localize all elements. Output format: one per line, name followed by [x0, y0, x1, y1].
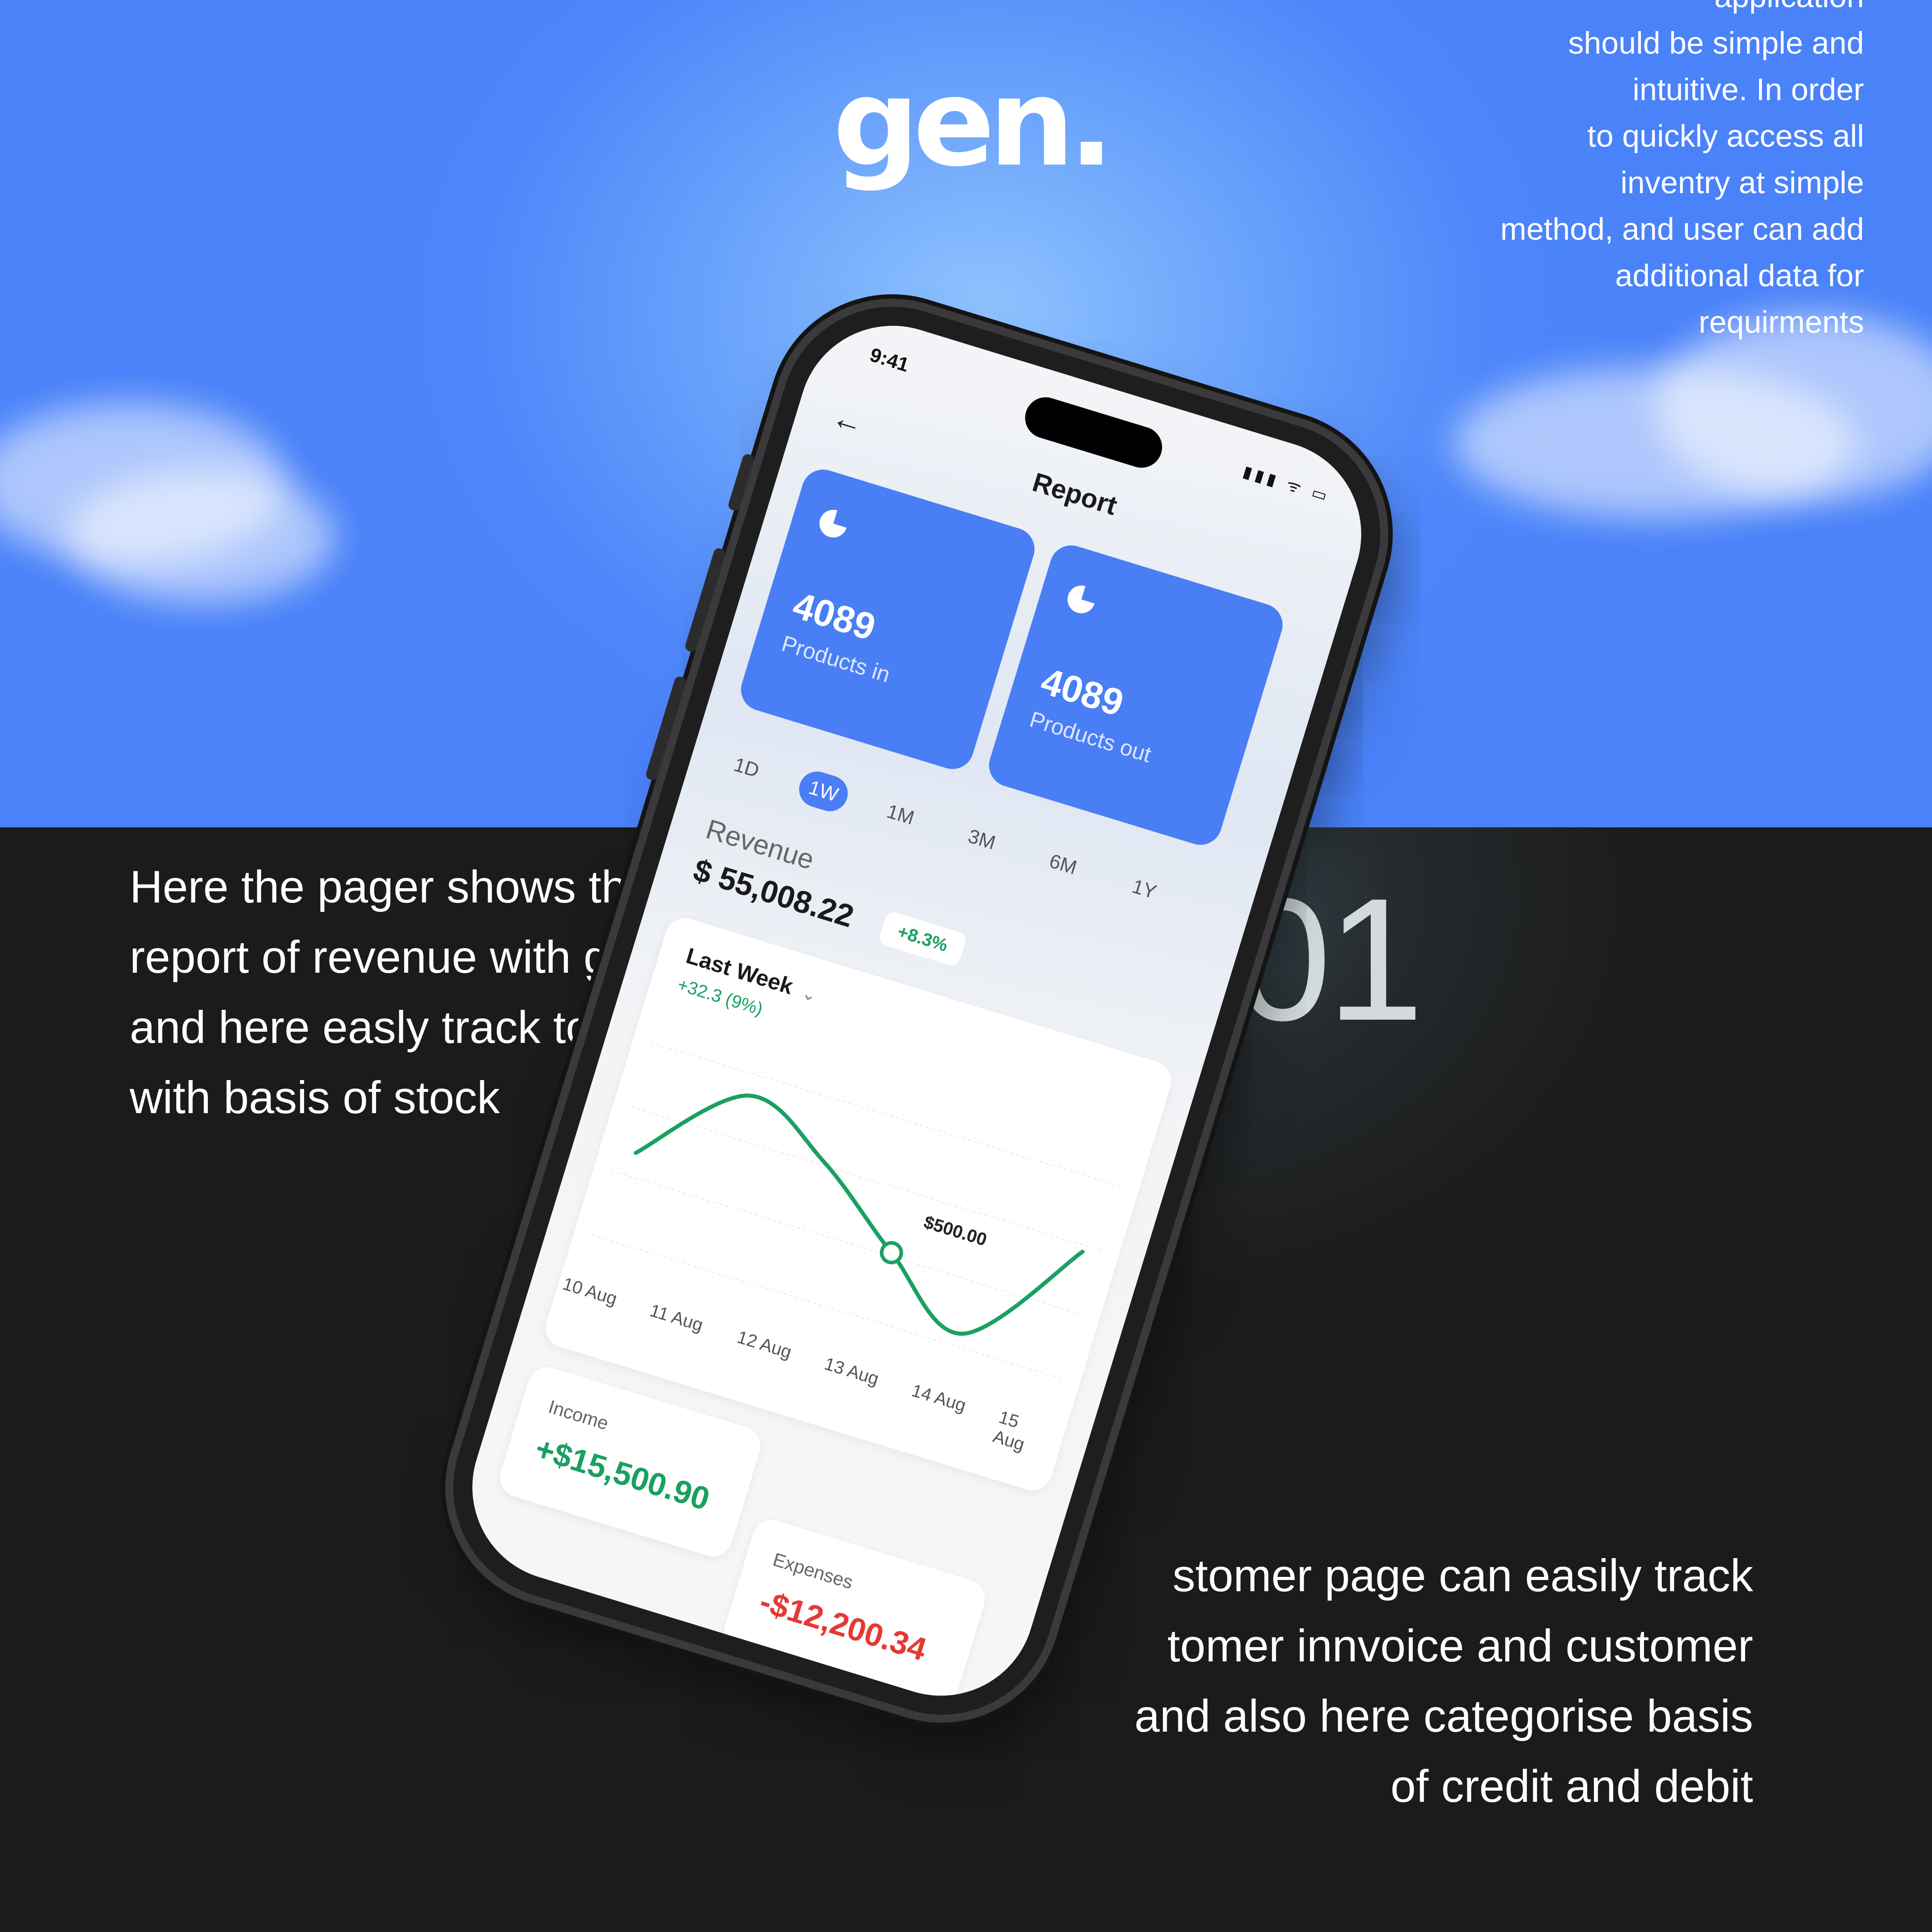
expenses-label: Expenses	[770, 1548, 856, 1593]
blurb-line: method, and user can add	[1500, 212, 1864, 246]
chevron-down-icon: ⌄	[800, 983, 818, 1005]
blurb-line: inventry at simple	[1620, 165, 1864, 200]
blurb-line: additional data for	[1615, 258, 1864, 293]
tab-1m[interactable]: 1M	[876, 792, 925, 838]
chart-x-tick-label: 15 Aug	[991, 1407, 1027, 1455]
pie-chart-icon	[816, 506, 851, 541]
status-icons: ▮▮▮ ᯤ ▭	[1241, 462, 1333, 506]
products-in-card[interactable]: 4089 Products in	[735, 464, 1040, 775]
tab-3m[interactable]: 3M	[957, 817, 1006, 863]
blurb-line: should be simple and	[1568, 25, 1864, 60]
status-time: 9:41	[867, 343, 912, 377]
blurb-line: application	[1462, 0, 1864, 20]
blurb-line: to quickly access all	[1587, 119, 1864, 153]
blurb-line: intuitive. In order	[1632, 72, 1864, 107]
expenses-value: -$12,200.34	[755, 1583, 931, 1668]
dynamic-island	[1020, 392, 1167, 473]
tab-6m[interactable]: 6M	[1038, 842, 1087, 888]
line-chart	[592, 1042, 1122, 1380]
tab-1d[interactable]: 1D	[722, 745, 771, 791]
cloud-left-2	[67, 470, 335, 604]
income-label: Income	[546, 1396, 611, 1434]
pie-chart-icon	[1064, 582, 1099, 617]
right-description: stomer page can easily track tomer innvo…	[1064, 1541, 1753, 1822]
right-line: stomer page can easily track	[1172, 1550, 1753, 1601]
blurb-line: requirments	[1699, 305, 1864, 339]
products-out-card[interactable]: 4089 Products out	[983, 540, 1288, 851]
intro-blurb: application should be simple and intuiti…	[1462, 0, 1864, 345]
income-value: +$15,500.90	[531, 1430, 714, 1517]
right-line: tomer innvoice and customer	[1167, 1620, 1753, 1671]
right-line: and also here categorise basis	[1134, 1690, 1753, 1741]
revenue-change-badge: +8.3%	[877, 910, 968, 968]
tab-1y[interactable]: 1Y	[1120, 866, 1169, 912]
right-line: of credit and debit	[1390, 1761, 1753, 1812]
brand-logo: gen.	[833, 52, 1114, 193]
tab-1w[interactable]: 1W	[794, 767, 852, 816]
